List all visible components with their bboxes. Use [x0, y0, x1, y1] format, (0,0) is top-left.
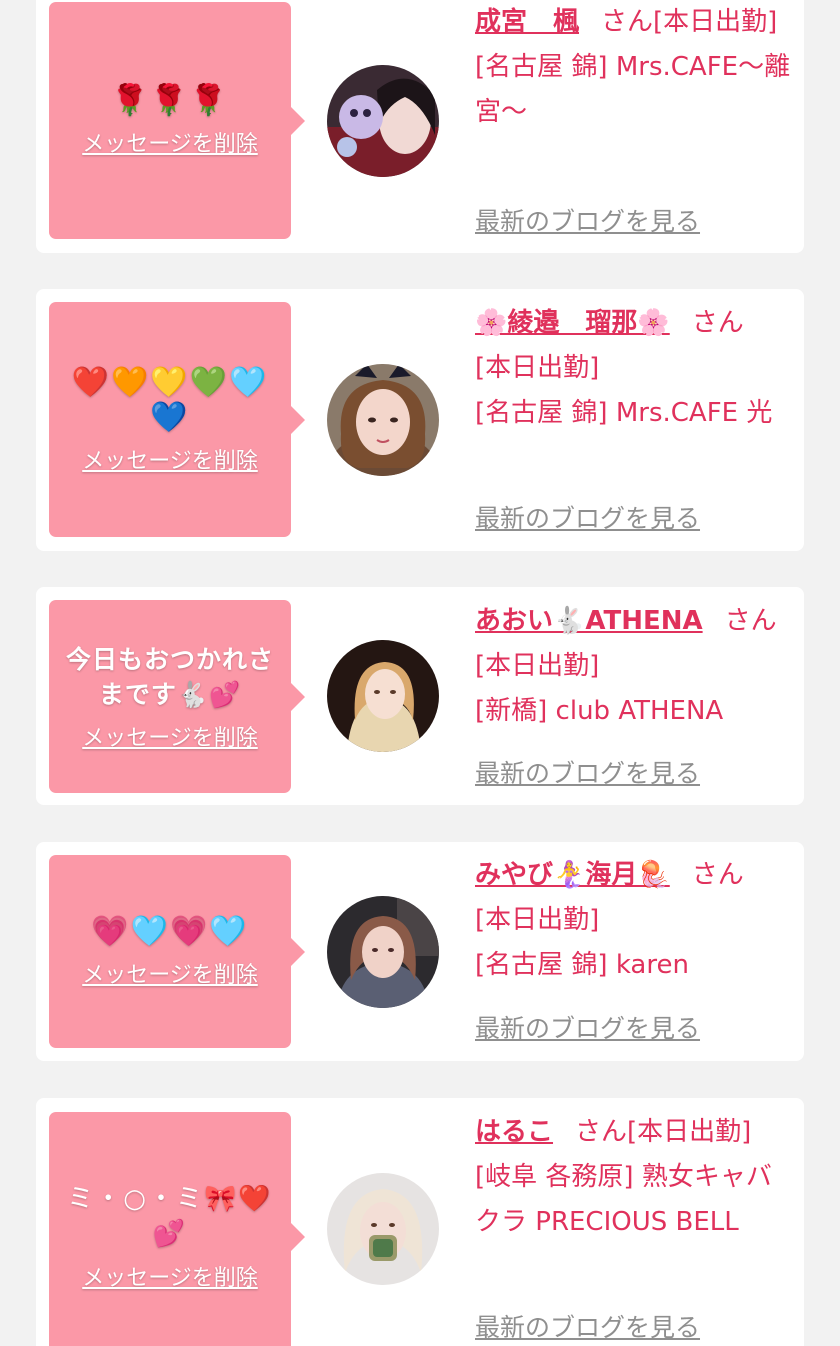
message-card: 今日もおつかれさまです🐇💕 メッセージを削除 あおい🐇ATHENA さん [本日出勤…: [36, 587, 804, 805]
avatar[interactable]: [327, 640, 439, 752]
message-bubble: ❤️🧡💛💚🩵💙 メッセージを削除: [49, 302, 305, 537]
delete-message-link[interactable]: メッセージを削除: [82, 126, 258, 158]
shop-name: [名古屋 錦] Mrs.CAFE〜離宮〜: [475, 52, 791, 127]
message-bubble: 💗🩵💗🩵 メッセージを削除: [49, 855, 305, 1048]
honorific: さん: [691, 860, 744, 890]
work-status: [本日出勤]: [475, 651, 600, 681]
delete-message-link[interactable]: メッセージを削除: [82, 443, 258, 475]
cast-name-link[interactable]: みやび🧜‍♀️海月🪼: [475, 860, 670, 890]
latest-blog-link[interactable]: 最新のブログを見る: [475, 754, 700, 790]
cast-name-link[interactable]: はるこ: [475, 1117, 553, 1147]
work-status: [本日出勤]: [627, 1117, 752, 1147]
shop-name: [名古屋 錦] karen: [475, 950, 689, 980]
avatar[interactable]: [327, 1173, 439, 1285]
honorific: さん: [601, 7, 654, 37]
shop-name: [岐阜 各務原] 熟女キャバクラ PRECIOUS BELL: [475, 1162, 772, 1237]
cast-info: あおい🐇ATHENA さん [本日出勤] [新橋] club ATHENA: [475, 599, 793, 734]
message-text: 今日もおつかれさまです🐇💕: [65, 644, 274, 709]
message-text: 🌹🌹🌹: [110, 83, 230, 118]
message-card: ❤️🧡💛💚🩵💙 メッセージを削除 🌸綾邉 瑠那🌸 さん [本日出勤] [名古屋 錦…: [36, 289, 804, 551]
honorific: さん: [575, 1117, 628, 1147]
latest-blog-link[interactable]: 最新のブログを見る: [475, 499, 700, 535]
message-text: 💗🩵💗🩵: [91, 914, 249, 949]
work-status: [本日出勤]: [475, 905, 600, 935]
shop-name: [名古屋 錦] Mrs.CAFE 光: [475, 398, 773, 428]
cast-info: 🌸綾邉 瑠那🌸 さん [本日出勤] [名古屋 錦] Mrs.CAFE 光: [475, 301, 793, 436]
message-bubble: 🌹🌹🌹 メッセージを削除: [49, 2, 305, 239]
avatar[interactable]: [327, 65, 439, 177]
delete-message-link[interactable]: メッセージを削除: [82, 1260, 258, 1292]
message-card: 🌹🌹🌹 メッセージを削除 成宮 楓さん[本日出勤] [名古屋 錦] Mrs.CA…: [36, 0, 804, 253]
cast-info: みやび🧜‍♀️海月🪼 さん [本日出勤] [名古屋 錦] karen: [475, 853, 793, 988]
avatar[interactable]: [327, 896, 439, 1008]
cast-name-link[interactable]: 成宮 楓: [475, 7, 579, 37]
cast-info: 成宮 楓さん[本日出勤] [名古屋 錦] Mrs.CAFE〜離宮〜: [475, 0, 793, 135]
delete-message-link[interactable]: メッセージを削除: [82, 720, 258, 752]
avatar[interactable]: [327, 364, 439, 476]
honorific: さん: [724, 606, 777, 636]
message-list: 🌹🌹🌹 メッセージを削除 成宮 楓さん[本日出勤] [名古屋 錦] Mrs.CA…: [0, 0, 840, 1346]
honorific: さん: [691, 308, 744, 338]
message-bubble: 今日もおつかれさまです🐇💕 メッセージを削除: [49, 600, 305, 793]
shop-name: [新橋] club ATHENA: [475, 696, 724, 726]
message-bubble: ミ・○・ミ🎀❤️💕 メッセージを削除: [49, 1112, 305, 1346]
cast-name-link[interactable]: あおい🐇ATHENA: [475, 606, 703, 636]
message-text: ❤️🧡💛💚🩵💙: [71, 364, 269, 435]
latest-blog-link[interactable]: 最新のブログを見る: [475, 1308, 700, 1344]
latest-blog-link[interactable]: 最新のブログを見る: [475, 202, 700, 238]
work-status: [本日出勤]: [475, 353, 600, 383]
message-text: ミ・○・ミ🎀❤️💕: [67, 1184, 273, 1249]
message-card: 💗🩵💗🩵 メッセージを削除 みやび🧜‍♀️海月🪼 さん [本日出勤] [名古屋 錦…: [36, 842, 804, 1061]
work-status: [本日出勤]: [653, 7, 778, 37]
cast-info: はるこ さん[本日出勤] [岐阜 各務原] 熟女キャバクラ PRECIOUS BE…: [475, 1110, 793, 1245]
message-card: ミ・○・ミ🎀❤️💕 メッセージを削除 はるこ さん[本日出勤] [岐阜 各務原] …: [36, 1098, 804, 1346]
cast-name-link[interactable]: 🌸綾邉 瑠那🌸: [475, 308, 670, 338]
latest-blog-link[interactable]: 最新のブログを見る: [475, 1009, 700, 1045]
delete-message-link[interactable]: メッセージを削除: [82, 957, 258, 989]
